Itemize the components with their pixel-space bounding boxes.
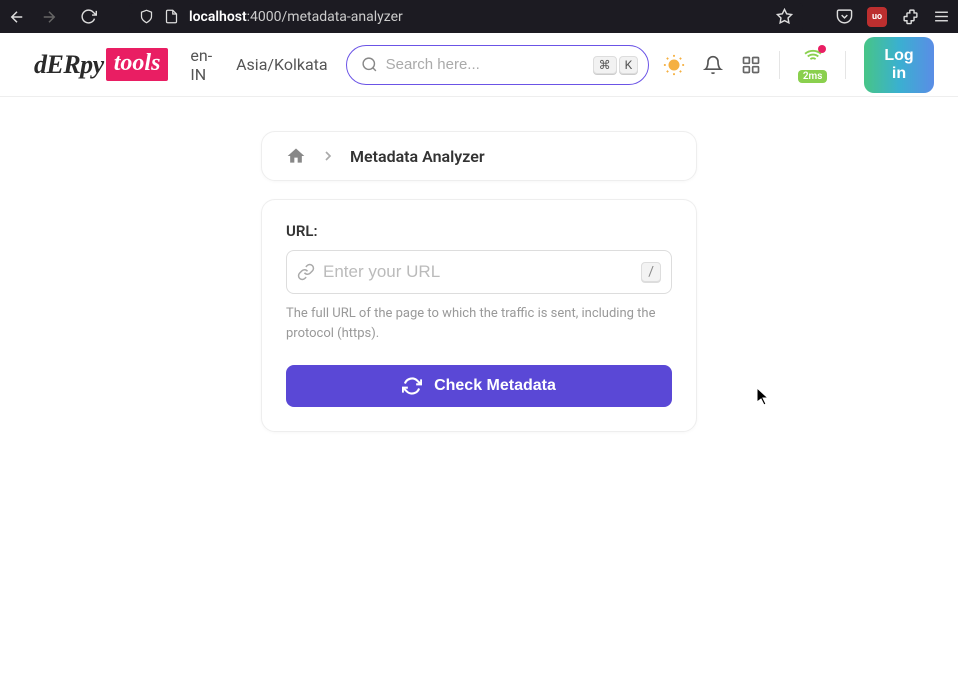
- url-label: URL:: [286, 222, 672, 240]
- url-help-text: The full URL of the page to which the tr…: [286, 304, 672, 343]
- main-content: Metadata Analyzer URL: / The full URL of…: [0, 97, 958, 466]
- status-dot: [818, 45, 826, 53]
- chrome-right: uo: [835, 7, 950, 27]
- kbd-k: K: [619, 56, 639, 74]
- browser-chrome: localhost:4000/metadata-analyzer uo: [0, 0, 958, 33]
- app-header: dERpy tools en-IN Asia/Kolkata ⌘ K 2m: [0, 33, 958, 97]
- home-icon[interactable]: [286, 146, 306, 166]
- header-right: 2ms Log in: [663, 37, 934, 93]
- bookmark-icon[interactable]: [776, 8, 793, 25]
- url-host: localhost: [189, 9, 247, 25]
- url-bar[interactable]: localhost:4000/metadata-analyzer: [129, 3, 803, 31]
- chevron-right-icon: [320, 148, 336, 164]
- menu-icon[interactable]: [933, 8, 950, 25]
- forward-button[interactable]: [40, 8, 58, 26]
- theme-icon[interactable]: [663, 54, 685, 76]
- bell-icon[interactable]: [703, 54, 723, 76]
- login-button[interactable]: Log in: [864, 37, 934, 93]
- url-input[interactable]: [323, 262, 633, 282]
- logo-tools: tools: [106, 48, 169, 81]
- search-bar[interactable]: ⌘ K: [346, 45, 650, 85]
- extensions-icon[interactable]: [901, 8, 919, 26]
- divider: [845, 51, 846, 79]
- url-path: :4000/metadata-analyzer: [247, 9, 403, 25]
- breadcrumb: Metadata Analyzer: [261, 131, 697, 181]
- logo[interactable]: dERpy tools: [34, 48, 168, 81]
- wifi-icon: [802, 47, 824, 69]
- search-icon: [361, 56, 378, 73]
- ublock-icon[interactable]: uo: [867, 7, 887, 27]
- shield-icon: [139, 9, 154, 24]
- search-shortcut: ⌘ K: [593, 56, 639, 74]
- url-shortcut-key: /: [641, 262, 661, 282]
- submit-label: Check Metadata: [434, 377, 556, 395]
- kbd-cmd: ⌘: [593, 56, 617, 74]
- refresh-icon: [402, 376, 422, 396]
- logo-derpy: dERpy: [34, 50, 104, 80]
- url-text: localhost:4000/metadata-analyzer: [189, 9, 766, 25]
- back-button[interactable]: [8, 8, 26, 26]
- divider: [779, 51, 780, 79]
- breadcrumb-current: Metadata Analyzer: [350, 147, 485, 166]
- search-input[interactable]: [386, 56, 585, 73]
- nav-controls: [8, 8, 97, 26]
- apps-icon[interactable]: [741, 54, 761, 76]
- pocket-icon[interactable]: [835, 8, 853, 26]
- url-input-row[interactable]: /: [286, 250, 672, 294]
- link-icon: [297, 263, 315, 281]
- reload-button[interactable]: [80, 8, 97, 25]
- form-card: URL: / The full URL of the page to which…: [261, 199, 697, 432]
- locale-label[interactable]: en-IN: [190, 46, 214, 84]
- latency-indicator[interactable]: 2ms: [798, 47, 828, 83]
- page-icon: [164, 9, 179, 24]
- latency-badge: 2ms: [798, 70, 828, 83]
- check-metadata-button[interactable]: Check Metadata: [286, 365, 672, 407]
- timezone-label[interactable]: Asia/Kolkata: [236, 55, 327, 74]
